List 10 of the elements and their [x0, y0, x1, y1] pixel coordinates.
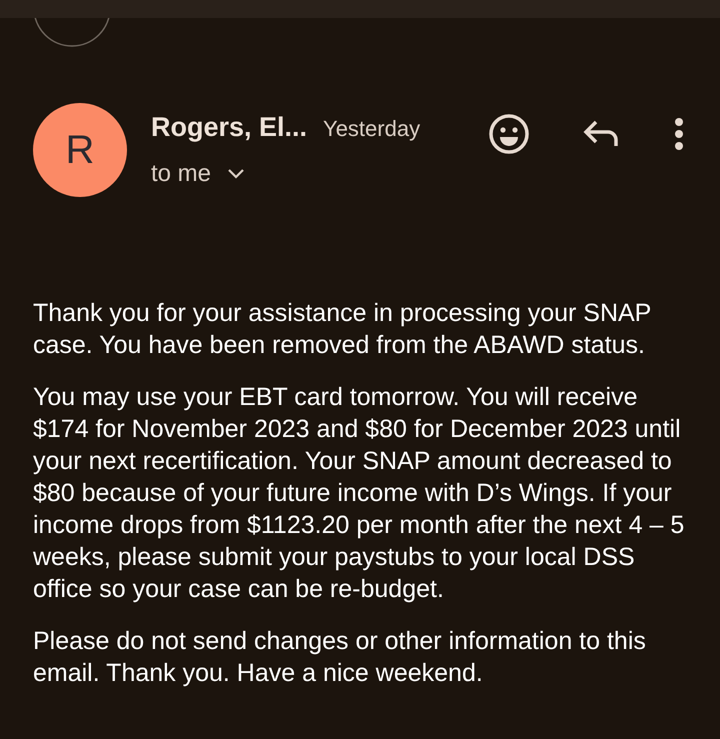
more-options-icon[interactable] — [674, 117, 684, 151]
emoji-reaction-icon[interactable] — [488, 113, 530, 155]
sender-name: Rogers, El... — [151, 111, 308, 144]
message-time: Yesterday — [323, 115, 420, 143]
recipient-dropdown[interactable]: to me — [151, 156, 246, 192]
message-paragraph: You may use your EBT card tomorrow. You will receive $174 for November 2023 and $80 for December 2023 until your next recertification. Your SNAP amount decreased to $80 because of your future income with D’s Wings. If your income drops from $1123.20 per month after the next 4 – 5 weeks, please submit your paystubs to your local DSS office so your case can be re-budget. — [33, 382, 686, 605]
caret-icon — [227, 168, 246, 180]
message-paragraph: Thank you for your assistance in processing your SNAP case. You have been removed from the ABAWD status. — [33, 298, 652, 361]
message-paragraph: Please do not send changes or other information to this email. Thank you. Have a nice weekend. — [33, 626, 647, 689]
sender-avatar: R — [33, 103, 127, 197]
